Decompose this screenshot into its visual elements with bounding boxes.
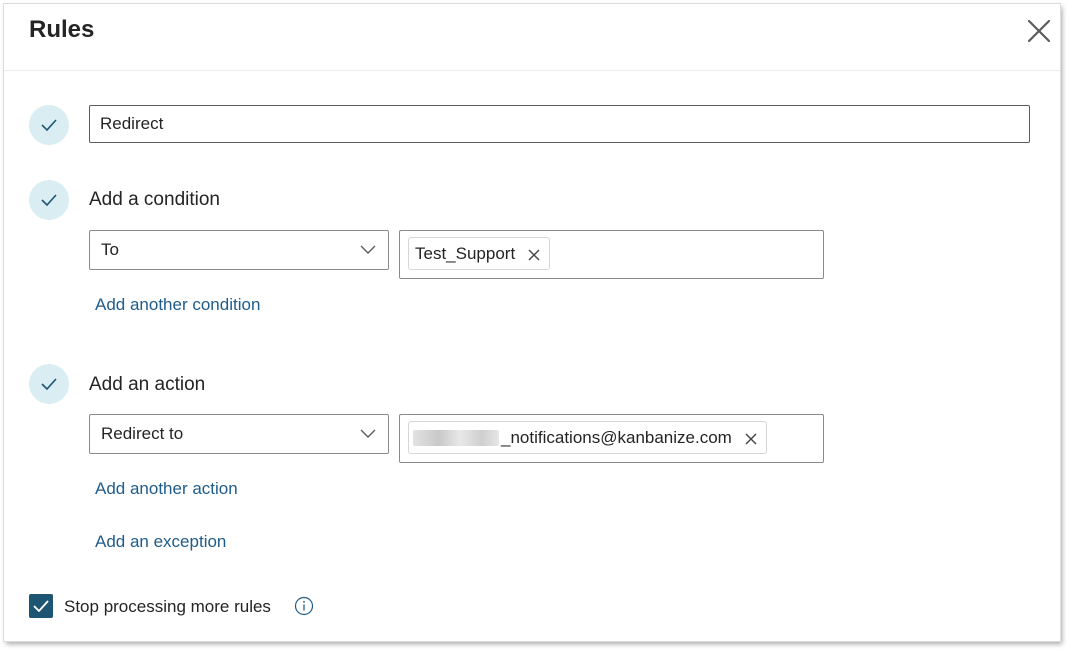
remove-recipient-button[interactable] bbox=[527, 247, 541, 261]
close-icon bbox=[1027, 19, 1051, 43]
chevron-down-icon bbox=[360, 429, 376, 438]
action-field-dropdown[interactable]: Redirect to bbox=[89, 414, 389, 454]
dialog-header: Rules bbox=[4, 4, 1060, 71]
stop-processing-label: Stop processing more rules bbox=[64, 597, 271, 616]
redacted-text bbox=[413, 429, 499, 446]
add-another-action-link[interactable]: Add another action bbox=[95, 479, 238, 499]
step-name-check bbox=[29, 105, 69, 145]
condition-field-value: To bbox=[101, 240, 119, 259]
action-field-value: Redirect to bbox=[101, 424, 184, 443]
action-recipient-email: _notifications@kanbanize.com bbox=[501, 427, 732, 447]
dialog-title: Rules bbox=[29, 16, 95, 43]
checkmark-icon bbox=[41, 378, 57, 390]
condition-recipient-name: Test_Support bbox=[415, 243, 516, 263]
condition-field-dropdown[interactable]: To bbox=[89, 230, 389, 270]
checkmark-icon bbox=[41, 194, 57, 206]
checkmark-icon bbox=[41, 119, 57, 131]
close-icon bbox=[745, 433, 757, 444]
rules-dialog: Rules Add a condition To Test_Support bbox=[4, 4, 1060, 641]
chevron-down-icon bbox=[360, 245, 376, 254]
action-recipient-box[interactable]: _notifications@kanbanize.com bbox=[399, 414, 824, 463]
stop-processing-checkbox[interactable] bbox=[29, 594, 53, 618]
add-another-condition-link[interactable]: Add another condition bbox=[95, 295, 260, 315]
remove-recipient-button[interactable] bbox=[744, 431, 758, 445]
condition-recipient-pill: Test_Support bbox=[408, 237, 551, 270]
rule-name-input[interactable] bbox=[89, 105, 1030, 143]
info-icon bbox=[294, 596, 314, 616]
condition-recipient-box[interactable]: Test_Support bbox=[399, 230, 824, 279]
action-recipient-pill: _notifications@kanbanize.com bbox=[408, 421, 767, 454]
step-action-check bbox=[29, 364, 69, 404]
action-heading: Add an action bbox=[89, 374, 206, 395]
info-button[interactable] bbox=[294, 596, 314, 616]
condition-heading: Add a condition bbox=[89, 189, 220, 210]
close-icon bbox=[528, 249, 540, 260]
add-exception-link[interactable]: Add an exception bbox=[95, 532, 226, 552]
close-button[interactable] bbox=[1024, 16, 1054, 46]
checkmark-icon bbox=[33, 600, 49, 612]
step-condition-check bbox=[29, 180, 69, 220]
